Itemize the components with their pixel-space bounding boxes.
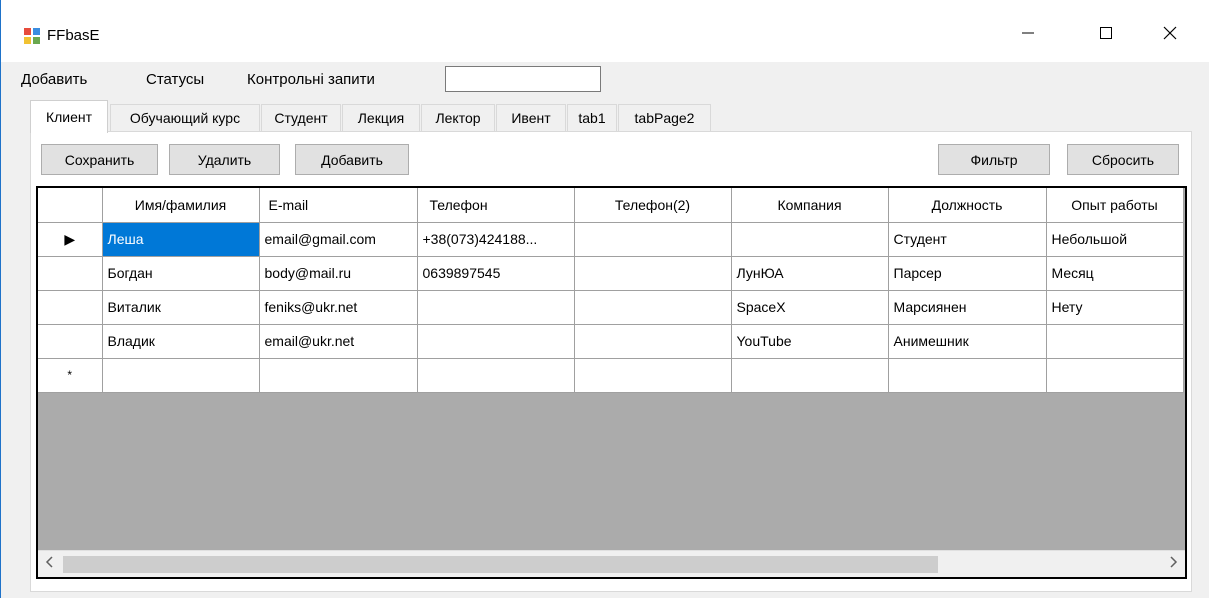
- tab-lecture[interactable]: Лекция: [342, 104, 420, 132]
- close-icon: [1162, 25, 1178, 44]
- tab-event[interactable]: Ивент: [496, 104, 566, 132]
- tab-tab1[interactable]: tab1: [567, 104, 617, 132]
- new-row-indicator[interactable]: *: [38, 358, 103, 393]
- tab-student[interactable]: Студент: [261, 104, 341, 132]
- table-cell[interactable]: 0639897545: [417, 256, 575, 291]
- table-cell[interactable]: Виталик: [102, 290, 260, 325]
- scroll-left-button[interactable]: [38, 551, 62, 577]
- table-row[interactable]: Владик email@ukr.net YouTube Анимешник: [38, 324, 1184, 359]
- chevron-right-icon: [1168, 555, 1178, 573]
- new-row[interactable]: *: [38, 358, 1184, 393]
- table-cell[interactable]: [417, 324, 575, 359]
- column-header[interactable]: Опыт работы: [1046, 188, 1184, 223]
- horizontal-scrollbar[interactable]: [38, 550, 1185, 577]
- client-data-grid[interactable]: Имя/фамилия E-mail Телефон Телефон(2) Ко…: [36, 186, 1187, 579]
- minimize-button[interactable]: [1005, 16, 1051, 52]
- filter-button[interactable]: Фильтр: [938, 144, 1050, 175]
- table-cell[interactable]: Нету: [1046, 290, 1184, 325]
- table-row[interactable]: Богдан body@mail.ru 0639897545 ЛунЮА Пар…: [38, 256, 1184, 291]
- table-cell[interactable]: [574, 290, 732, 325]
- tab-training-course[interactable]: Обучающий курс: [110, 104, 260, 132]
- window-title: FFbasE: [47, 27, 100, 44]
- table-cell[interactable]: [731, 222, 889, 257]
- table-cell[interactable]: [888, 358, 1047, 393]
- table-cell[interactable]: feniks@ukr.net: [259, 290, 418, 325]
- column-header-label: E-mail: [268, 196, 309, 213]
- column-header-label: Имя/фамилия: [134, 196, 227, 213]
- column-header[interactable]: E-mail: [259, 188, 418, 223]
- current-row-indicator[interactable]: ▶: [38, 222, 103, 257]
- table-cell[interactable]: YouTube: [731, 324, 889, 359]
- row-header[interactable]: [38, 256, 103, 291]
- table-cell[interactable]: email@gmail.com: [259, 222, 418, 257]
- column-header-label: Компания: [777, 196, 842, 213]
- maximize-icon: [1099, 26, 1113, 43]
- table-cell[interactable]: Владик: [102, 324, 260, 359]
- table-cell[interactable]: Леша: [102, 222, 260, 257]
- tab-client[interactable]: Клиент: [30, 100, 108, 133]
- grid-table: Имя/фамилия E-mail Телефон Телефон(2) Ко…: [38, 188, 1184, 393]
- app-icon: [23, 27, 41, 45]
- menu-statuses[interactable]: Статусы: [146, 71, 204, 88]
- table-cell[interactable]: ЛунЮА: [731, 256, 889, 291]
- scroll-thumb[interactable]: [63, 556, 938, 573]
- table-row[interactable]: ▶ Леша email@gmail.com +38(073)424188...…: [38, 222, 1184, 257]
- table-cell[interactable]: [417, 358, 575, 393]
- column-header[interactable]: Телефон: [417, 188, 575, 223]
- column-header[interactable]: Должность: [888, 188, 1047, 223]
- reset-button[interactable]: Сбросить: [1067, 144, 1179, 175]
- table-row[interactable]: Виталик feniks@ukr.net SpaceX Марсиянен …: [38, 290, 1184, 325]
- add-button[interactable]: Добавить: [295, 144, 409, 175]
- table-cell[interactable]: [1046, 358, 1184, 393]
- menu-textbox[interactable]: [445, 66, 601, 92]
- table-cell[interactable]: Парсер: [888, 256, 1047, 291]
- tab-tabpage2[interactable]: tabPage2: [618, 104, 711, 132]
- table-cell[interactable]: [1046, 324, 1184, 359]
- chevron-left-icon: [45, 555, 55, 573]
- menu-control-queries[interactable]: Контрольні запити: [247, 71, 375, 88]
- menu-bar: Добавить Статусы Контрольні запити: [1, 62, 1209, 96]
- table-cell[interactable]: +38(073)424188...: [417, 222, 575, 257]
- row-header-corner: [38, 188, 103, 223]
- table-cell[interactable]: [574, 222, 732, 257]
- table-cell[interactable]: Богдан: [102, 256, 260, 291]
- table-cell[interactable]: [574, 358, 732, 393]
- column-header-label: Телефон(2): [614, 196, 691, 213]
- grid-header-row: Имя/фамилия E-mail Телефон Телефон(2) Ко…: [38, 188, 1184, 223]
- delete-button[interactable]: Удалить: [169, 144, 280, 175]
- app-window: FFbasE Добавить Статусы Контрольні запит…: [0, 0, 1209, 598]
- column-header[interactable]: Компания: [731, 188, 889, 223]
- table-cell[interactable]: [102, 358, 260, 393]
- save-button[interactable]: Сохранить: [41, 144, 158, 175]
- title-bar: FFbasE: [1, 0, 1209, 62]
- table-cell[interactable]: [574, 324, 732, 359]
- table-cell[interactable]: [259, 358, 418, 393]
- column-header-label: Должность: [931, 196, 1003, 213]
- row-header[interactable]: [38, 290, 103, 325]
- table-cell[interactable]: Студент: [888, 222, 1047, 257]
- close-button[interactable]: [1147, 16, 1193, 52]
- table-cell[interactable]: [731, 358, 889, 393]
- column-header[interactable]: Имя/фамилия: [102, 188, 260, 223]
- column-header-label: Телефон: [429, 196, 488, 213]
- table-cell[interactable]: Месяц: [1046, 256, 1184, 291]
- table-cell[interactable]: body@mail.ru: [259, 256, 418, 291]
- row-header[interactable]: [38, 324, 103, 359]
- table-cell[interactable]: email@ukr.net: [259, 324, 418, 359]
- scroll-right-button[interactable]: [1161, 551, 1185, 577]
- table-cell[interactable]: [417, 290, 575, 325]
- table-cell[interactable]: [574, 256, 732, 291]
- table-cell[interactable]: Марсиянен: [888, 290, 1047, 325]
- column-header-label: Опыт работы: [1071, 196, 1158, 213]
- table-cell[interactable]: Анимешник: [888, 324, 1047, 359]
- column-header[interactable]: Телефон(2): [574, 188, 732, 223]
- table-cell[interactable]: SpaceX: [731, 290, 889, 325]
- maximize-button[interactable]: [1083, 16, 1129, 52]
- tab-lecturer[interactable]: Лектор: [421, 104, 495, 132]
- minimize-icon: [1021, 26, 1035, 43]
- table-cell[interactable]: Небольшой: [1046, 222, 1184, 257]
- menu-add[interactable]: Добавить: [21, 71, 87, 88]
